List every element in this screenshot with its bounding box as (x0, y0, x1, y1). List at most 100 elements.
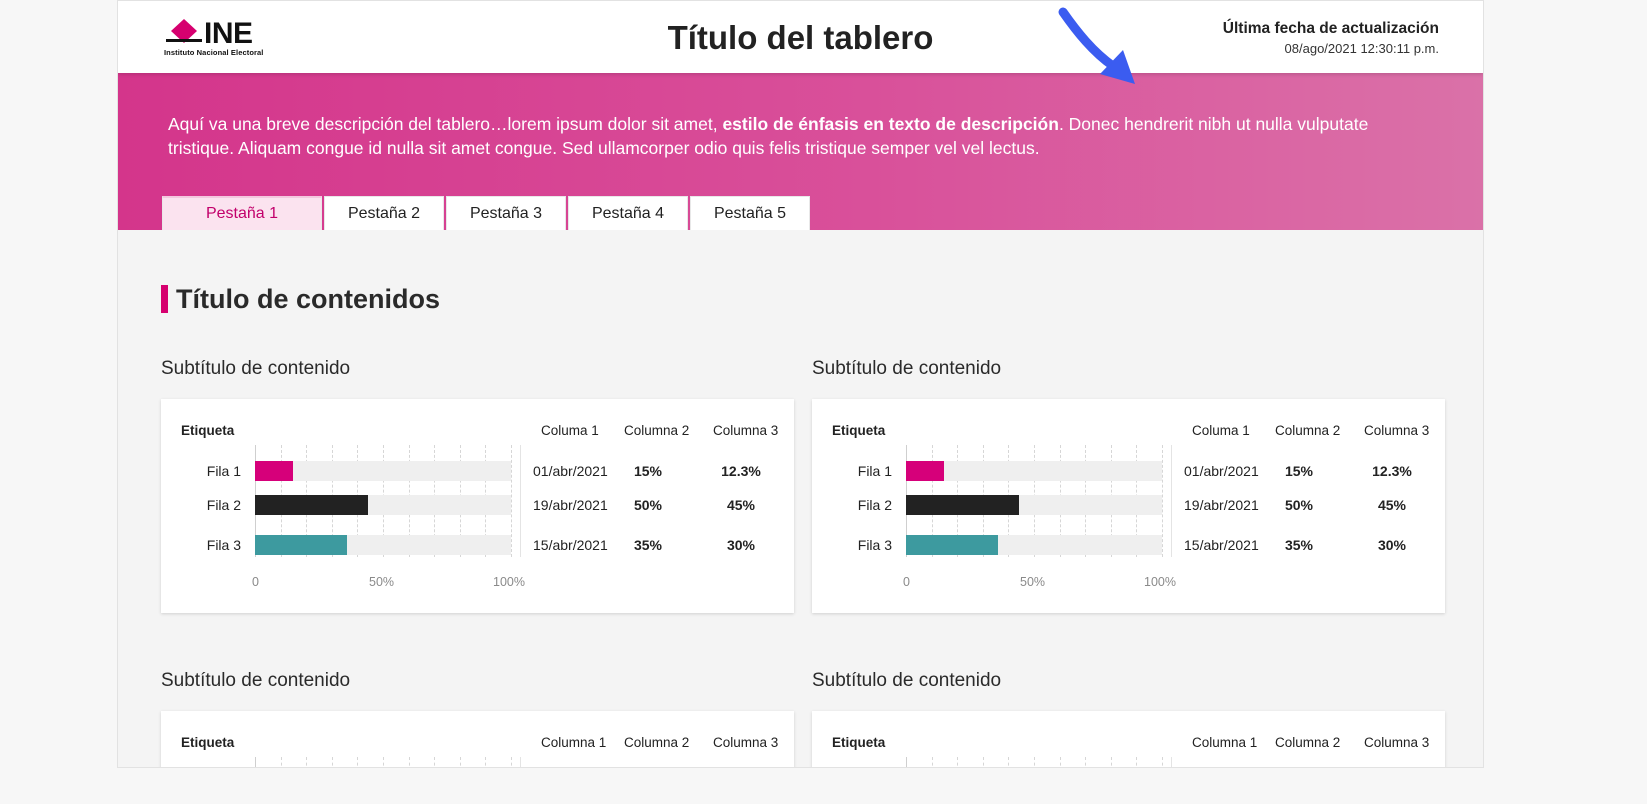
top-bar: INE Instituto Nacional Electoral Título … (118, 1, 1483, 73)
bar-track (906, 461, 1162, 481)
last-update-date: 08/ago/2021 12:30:11 p.m. (1284, 41, 1439, 56)
column-header-1: Columna 1 (1192, 735, 1258, 750)
axis-tick-label: 0 (252, 575, 259, 589)
banner-text-before: Aquí va una breve descripción del tabler… (168, 114, 723, 134)
row-label: Fila 3 (857, 537, 892, 553)
column-header-label: Etiqueta (181, 735, 235, 750)
row-label: Fila 2 (206, 497, 241, 513)
cell-percent: 12.3% (721, 463, 761, 479)
card-subtitle: Subtítulo de contenido (161, 670, 351, 691)
bar-fill (906, 461, 945, 481)
bar-track (255, 495, 511, 515)
tab-2[interactable]: Pestaña 2 (324, 196, 444, 230)
column-header-1: Columa 1 (1192, 423, 1250, 438)
accent-bar (161, 285, 168, 313)
content-title: Título de contenidos (176, 283, 440, 314)
column-header-2: Columna 2 (624, 735, 690, 750)
cell-percent: 12.3% (1372, 463, 1412, 479)
chart-gridline (1136, 757, 1138, 767)
tab-3[interactable]: Pestaña 3 (446, 196, 566, 230)
chart-gridline (1162, 445, 1163, 557)
bar-fill (906, 535, 999, 555)
description-banner: Aquí va una breve descripción del tabler… (118, 73, 1483, 230)
bar-chart-card: Etiqueta Columa 1 Columna 2 Columna 3 Fila 1… (812, 399, 1445, 613)
column-header-3: Columna 3 (1364, 735, 1430, 750)
card-subtitle: Subtítulo de contenido (812, 670, 1002, 691)
tab-4[interactable]: Pestaña 4 (568, 196, 688, 230)
column-header-label: Etiqueta (832, 735, 886, 750)
axis-tick-label: 0 (903, 575, 910, 589)
column-header-label: Etiqueta (181, 423, 235, 438)
chart-gridline (331, 757, 333, 767)
bar-chart-card: Etiqueta Columa 1 Columna 2 Columna 3 Fila 1… (161, 399, 794, 613)
bar-fill (906, 495, 1019, 515)
bar-track (906, 495, 1162, 515)
chart-gridline (434, 757, 436, 767)
cell-date: 15/abr/2021 (1184, 537, 1259, 553)
cell-percent: 15% (1284, 463, 1314, 479)
cell-percent: 30% (1377, 537, 1407, 553)
row-label: Fila 1 (206, 463, 241, 479)
last-update: Última fecha de actualización 08/ago/202… (1223, 20, 1439, 56)
column-header-3: Columna 3 (713, 735, 779, 750)
column-header-1: Columa 1 (541, 423, 599, 438)
cell-percent: 50% (633, 497, 663, 513)
cell-percent: 45% (726, 497, 756, 513)
chart-divider (1171, 445, 1172, 557)
chart-gridline (1162, 757, 1163, 767)
cell-date: 01/abr/2021 (533, 463, 608, 479)
chart-gridline (1034, 757, 1035, 767)
bar-fill (255, 535, 348, 555)
axis-tick-label: 100% (493, 575, 525, 589)
chart-gridline (408, 757, 410, 767)
chart-gridline (280, 757, 282, 767)
chart-gridline (511, 445, 512, 557)
arrow-annotation-icon (1058, 7, 1135, 84)
chart-gridline (1008, 757, 1010, 767)
bar-track (255, 461, 511, 481)
cell-percent: 50% (1284, 497, 1314, 513)
content-title-block: Título de contenidos (161, 284, 440, 314)
column-header-2: Columna 2 (1275, 735, 1341, 750)
column-header-2: Columna 2 (624, 423, 690, 438)
tab-bar: Pestaña 1 Pestaña 2 Pestaña 3 Pestaña 4 … (162, 196, 812, 230)
axis-tick-label: 50% (1020, 575, 1046, 589)
chart-gridline (957, 757, 959, 767)
cell-percent: 35% (633, 537, 663, 553)
axis-tick-label: 50% (369, 575, 395, 589)
cell-date: 19/abr/2021 (533, 497, 608, 513)
cell-date: 15/abr/2021 (533, 537, 608, 553)
chart-gridline (485, 757, 487, 767)
bar-track (906, 535, 1162, 555)
cell-percent: 45% (1377, 497, 1407, 513)
cell-percent: 30% (726, 537, 756, 553)
last-update-label: Última fecha de actualización (1222, 20, 1439, 37)
column-header-label: Etiqueta (832, 423, 886, 438)
cell-date: 19/abr/2021 (1184, 497, 1259, 513)
chart-axis-line (906, 757, 907, 767)
chart-gridline (931, 757, 933, 767)
chart-divider (520, 445, 521, 557)
bar-chart-card: Etiqueta Columna 1 Columna 2 Columna 3 (161, 711, 794, 767)
tab-5[interactable]: Pestaña 5 (690, 196, 810, 230)
dashboard-frame: INE Instituto Nacional Electoral Título … (117, 0, 1484, 768)
card-subtitle: Subtítulo de contenido (812, 358, 1002, 379)
chart-axis-line (255, 757, 256, 767)
row-label: Fila 3 (206, 537, 241, 553)
banner-text-emphasis: estilo de énfasis en texto de descripció… (722, 114, 1059, 134)
chart-gridline (306, 757, 308, 767)
chart-gridline (511, 757, 512, 767)
cell-percent: 35% (1284, 537, 1314, 553)
chart-gridline (459, 757, 461, 767)
bar-chart-card: Etiqueta Columna 1 Columna 2 Columna 3 (812, 711, 1445, 767)
chart-divider (1171, 757, 1172, 767)
chart-gridline (1110, 757, 1112, 767)
row-label: Fila 2 (857, 497, 892, 513)
bar-fill (255, 495, 368, 515)
chart-divider (520, 757, 521, 767)
tab-1[interactable]: Pestaña 1 (162, 196, 322, 230)
banner-description: Aquí va una breve descripción del tabler… (168, 112, 1398, 160)
cell-date: 01/abr/2021 (1184, 463, 1259, 479)
column-header-2: Columna 2 (1275, 423, 1341, 438)
bar-fill (255, 461, 294, 481)
